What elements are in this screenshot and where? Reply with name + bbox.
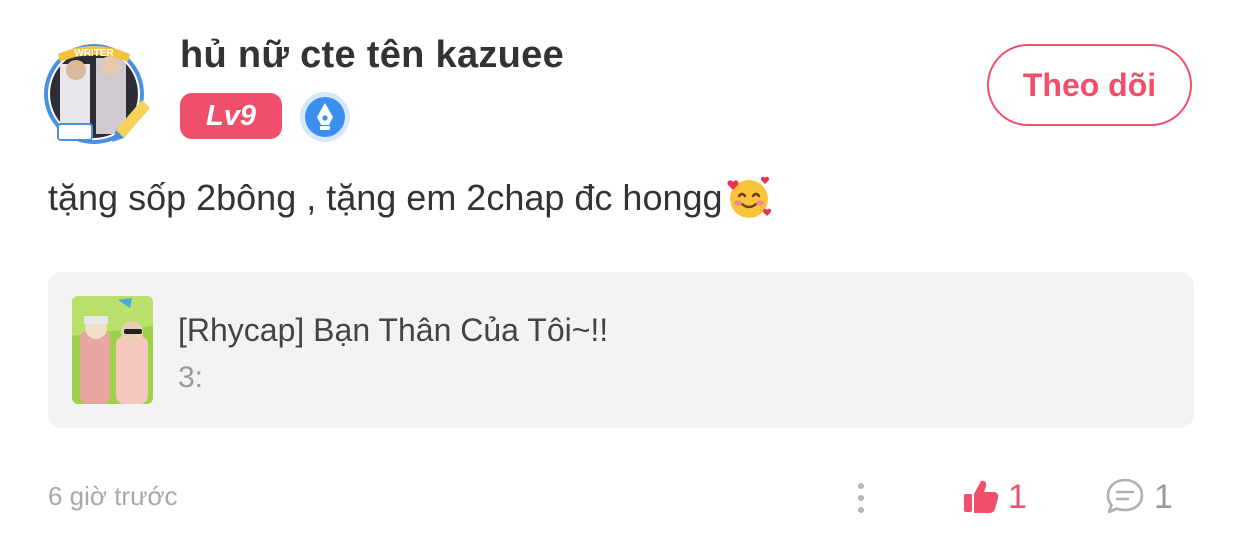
- like-count: 1: [1008, 477, 1027, 516]
- post-text: tặng sốp 2bông , tặng em 2chap đc hongg: [48, 177, 723, 218]
- author-name[interactable]: hủ nữ cte tên kazuee: [180, 34, 564, 77]
- story-subtitle: 3:: [178, 361, 204, 394]
- smiling-face-with-hearts-icon: [725, 174, 773, 222]
- thumbs-up-icon: [962, 478, 1000, 516]
- more-options-icon[interactable]: [846, 478, 876, 518]
- linked-story-card[interactable]: [Rhycap] Bạn Thân Của Tôi~!! 3:: [48, 272, 1194, 428]
- level-badge: Lv9: [180, 93, 282, 139]
- story-title: [Rhycap] Bạn Thân Của Tôi~!!: [178, 312, 609, 348]
- post-timestamp: 6 giờ trước: [48, 481, 178, 511]
- pen-nib-icon: [299, 91, 351, 143]
- story-cover-image: [72, 296, 153, 404]
- follow-button[interactable]: Theo dõi: [987, 44, 1192, 126]
- comment-bubble-icon: [1104, 476, 1146, 518]
- comment-count: 1: [1154, 477, 1173, 516]
- like-button[interactable]: 1: [962, 474, 1027, 520]
- avatar-frame-label: WRITER: [74, 48, 114, 59]
- author-avatar[interactable]: WRITER: [38, 34, 154, 146]
- comment-button[interactable]: 1: [1104, 474, 1173, 520]
- post-content: tặng sốp 2bông , tặng em 2chap đc hongg: [48, 174, 773, 222]
